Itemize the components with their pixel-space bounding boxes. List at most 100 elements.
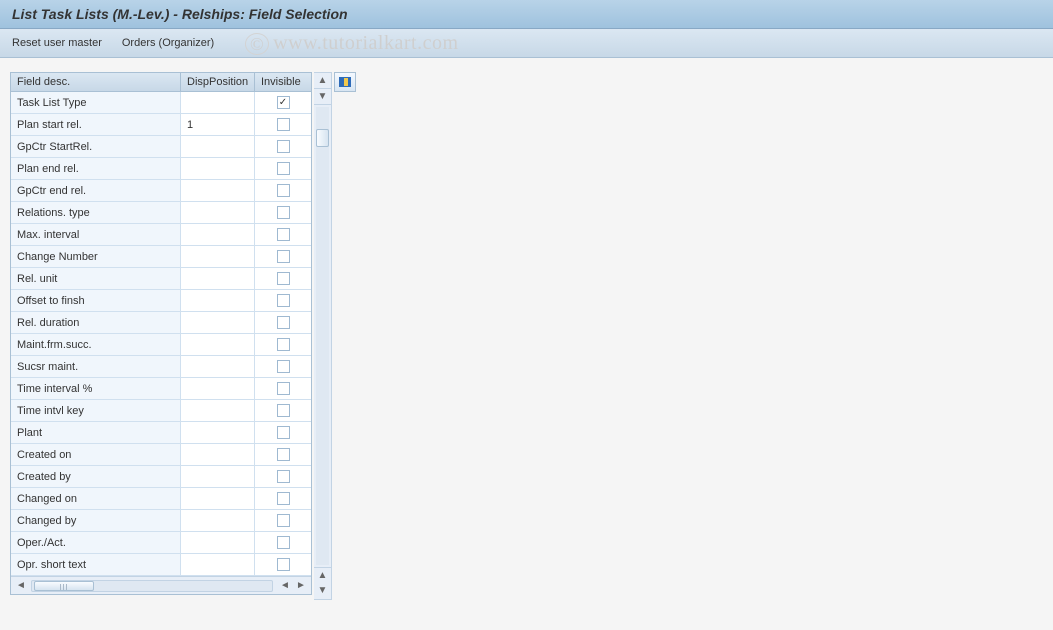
- scroll-up-icon-bottom[interactable]: ▲: [314, 567, 331, 583]
- table-row[interactable]: Offset to finsh: [11, 290, 311, 312]
- table-row[interactable]: Time intvl key: [11, 400, 311, 422]
- table-row[interactable]: Rel. unit: [11, 268, 311, 290]
- table-row[interactable]: Task List Type: [11, 92, 311, 114]
- cell-invisible: [255, 532, 311, 553]
- v-scroll-track[interactable]: [316, 107, 329, 565]
- cell-disp-position[interactable]: [181, 312, 255, 333]
- cell-field-desc: GpCtr StartRel.: [11, 136, 181, 157]
- invisible-checkbox[interactable]: [277, 514, 290, 527]
- scroll-down-icon-bottom[interactable]: ▼: [314, 583, 331, 599]
- invisible-checkbox[interactable]: [277, 382, 290, 395]
- orders-organizer-button[interactable]: Orders (Organizer): [122, 37, 214, 49]
- table-row[interactable]: Changed by: [11, 510, 311, 532]
- vertical-scrollbar[interactable]: ▲ ▼ ▲ ▼: [314, 72, 332, 600]
- table-row[interactable]: Sucsr maint.: [11, 356, 311, 378]
- table-settings-button[interactable]: [334, 72, 356, 92]
- cell-disp-position[interactable]: [181, 422, 255, 443]
- cell-disp-position[interactable]: [181, 554, 255, 575]
- cell-disp-position[interactable]: [181, 180, 255, 201]
- cell-disp-position[interactable]: [181, 158, 255, 179]
- invisible-checkbox[interactable]: [277, 536, 290, 549]
- cell-invisible: [255, 334, 311, 355]
- table-row[interactable]: GpCtr end rel.: [11, 180, 311, 202]
- h-scroll-thumb[interactable]: [34, 581, 94, 591]
- column-header-field-desc[interactable]: Field desc.: [11, 73, 181, 91]
- invisible-checkbox[interactable]: [277, 184, 290, 197]
- cell-invisible: [255, 444, 311, 465]
- table-row[interactable]: Change Number: [11, 246, 311, 268]
- invisible-checkbox[interactable]: [277, 360, 290, 373]
- invisible-checkbox[interactable]: [277, 206, 290, 219]
- table-row[interactable]: Plan end rel.: [11, 158, 311, 180]
- scroll-right-icon-1[interactable]: ◄: [277, 581, 293, 591]
- table-row[interactable]: Plan start rel.1: [11, 114, 311, 136]
- cell-invisible: [255, 246, 311, 267]
- cell-disp-position[interactable]: [181, 444, 255, 465]
- cell-disp-position[interactable]: [181, 268, 255, 289]
- cell-disp-position[interactable]: [181, 136, 255, 157]
- table-row[interactable]: Max. interval: [11, 224, 311, 246]
- invisible-checkbox[interactable]: [277, 338, 290, 351]
- invisible-checkbox[interactable]: [277, 162, 290, 175]
- cell-disp-position[interactable]: [181, 378, 255, 399]
- table-row[interactable]: Created on: [11, 444, 311, 466]
- cell-disp-position[interactable]: [181, 246, 255, 267]
- v-scroll-thumb[interactable]: [316, 129, 329, 147]
- h-scroll-track[interactable]: [31, 580, 273, 592]
- invisible-checkbox[interactable]: [277, 492, 290, 505]
- scroll-right-icon-2[interactable]: ►: [293, 581, 309, 591]
- cell-field-desc: Offset to finsh: [11, 290, 181, 311]
- cell-disp-position[interactable]: [181, 92, 255, 113]
- cell-invisible: [255, 422, 311, 443]
- reset-user-master-button[interactable]: Reset user master: [12, 37, 102, 49]
- invisible-checkbox[interactable]: [277, 96, 290, 109]
- invisible-checkbox[interactable]: [277, 558, 290, 571]
- table-row[interactable]: Oper./Act.: [11, 532, 311, 554]
- column-header-invisible[interactable]: Invisible: [255, 73, 311, 91]
- table-row[interactable]: Relations. type: [11, 202, 311, 224]
- invisible-checkbox[interactable]: [277, 294, 290, 307]
- cell-field-desc: Rel. unit: [11, 268, 181, 289]
- cell-disp-position[interactable]: 1: [181, 114, 255, 135]
- cell-disp-position[interactable]: [181, 400, 255, 421]
- invisible-checkbox[interactable]: [277, 316, 290, 329]
- cell-disp-position[interactable]: [181, 356, 255, 377]
- table-row[interactable]: Time interval %: [11, 378, 311, 400]
- table-right-panel: ▲ ▼ ▲ ▼: [314, 72, 356, 600]
- table-row[interactable]: Opr. short text: [11, 554, 311, 576]
- scroll-down-icon-small[interactable]: ▼: [314, 89, 331, 105]
- cell-field-desc: Created by: [11, 466, 181, 487]
- cell-invisible: [255, 224, 311, 245]
- cell-field-desc: Maint.frm.succ.: [11, 334, 181, 355]
- cell-disp-position[interactable]: [181, 202, 255, 223]
- cell-disp-position[interactable]: [181, 290, 255, 311]
- invisible-checkbox[interactable]: [277, 250, 290, 263]
- invisible-checkbox[interactable]: [277, 140, 290, 153]
- table-row[interactable]: Plant: [11, 422, 311, 444]
- cell-invisible: [255, 268, 311, 289]
- cell-disp-position[interactable]: [181, 510, 255, 531]
- scroll-up-icon[interactable]: ▲: [314, 73, 331, 89]
- table-row[interactable]: Maint.frm.succ.: [11, 334, 311, 356]
- cell-disp-position[interactable]: [181, 466, 255, 487]
- cell-disp-position[interactable]: [181, 224, 255, 245]
- invisible-checkbox[interactable]: [277, 272, 290, 285]
- invisible-checkbox[interactable]: [277, 426, 290, 439]
- invisible-checkbox[interactable]: [277, 448, 290, 461]
- horizontal-scrollbar[interactable]: ◄ ◄ ►: [11, 576, 311, 594]
- table-row[interactable]: Rel. duration: [11, 312, 311, 334]
- table-row[interactable]: GpCtr StartRel.: [11, 136, 311, 158]
- table-row[interactable]: Created by: [11, 466, 311, 488]
- cell-invisible: [255, 378, 311, 399]
- column-header-disp-position[interactable]: DispPosition: [181, 73, 255, 91]
- cell-disp-position[interactable]: [181, 488, 255, 509]
- cell-disp-position[interactable]: [181, 334, 255, 355]
- cell-disp-position[interactable]: [181, 532, 255, 553]
- table-row[interactable]: Changed on: [11, 488, 311, 510]
- scroll-left-icon[interactable]: ◄: [13, 581, 29, 591]
- invisible-checkbox[interactable]: [277, 228, 290, 241]
- invisible-checkbox[interactable]: [277, 118, 290, 131]
- invisible-checkbox[interactable]: [277, 470, 290, 483]
- invisible-checkbox[interactable]: [277, 404, 290, 417]
- page-title-text: List Task Lists (M.-Lev.) - Relships: Fi…: [12, 6, 348, 22]
